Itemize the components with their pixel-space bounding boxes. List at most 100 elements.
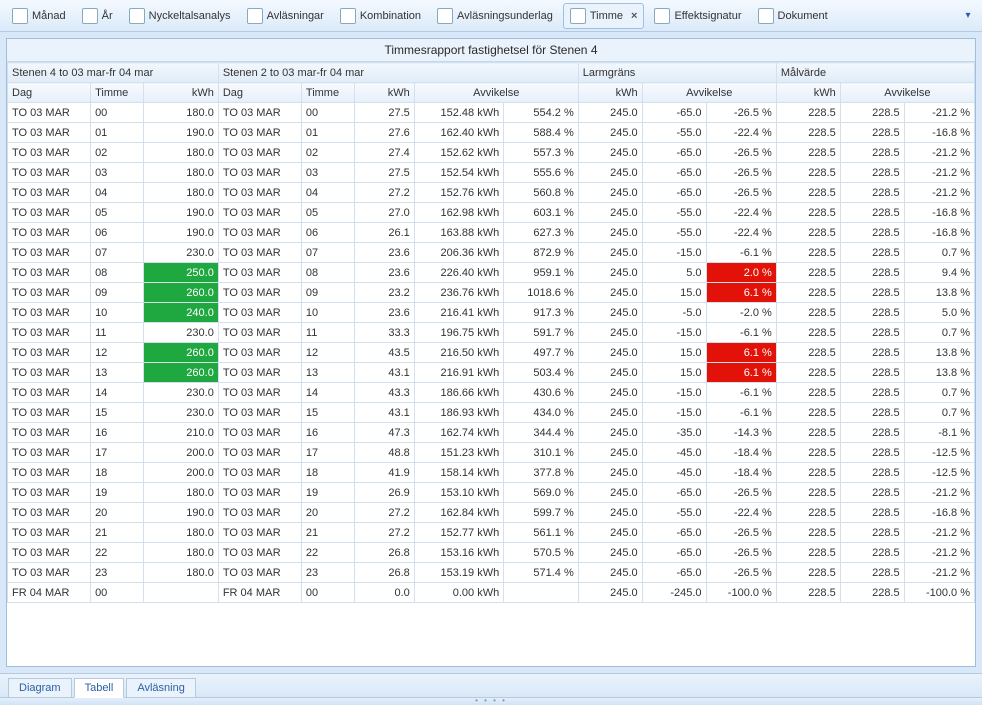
- table-row[interactable]: TO 03 MAR21180.0TO 03 MAR2127.2152.77 kW…: [8, 523, 975, 543]
- cell: 245.0: [578, 223, 642, 243]
- group-header-stenen2[interactable]: Stenen 2 to 03 mar-fr 04 mar: [218, 63, 578, 83]
- table-row[interactable]: TO 03 MAR23180.0TO 03 MAR2326.8153.19 kW…: [8, 563, 975, 583]
- col-dag[interactable]: Dag: [8, 83, 91, 103]
- table-row[interactable]: TO 03 MAR10240.0TO 03 MAR1023.6216.41 kW…: [8, 303, 975, 323]
- col-kwh3[interactable]: kWh: [578, 83, 642, 103]
- table-row[interactable]: TO 03 MAR09260.0TO 03 MAR0923.2236.76 kW…: [8, 283, 975, 303]
- table-row[interactable]: TO 03 MAR17200.0TO 03 MAR1748.8151.23 kW…: [8, 443, 975, 463]
- cell: 0.0: [355, 583, 415, 603]
- col-kwh2[interactable]: kWh: [355, 83, 415, 103]
- table-row[interactable]: TO 03 MAR06190.0TO 03 MAR0626.1163.88 kW…: [8, 223, 975, 243]
- toolbar-timme-button[interactable]: Timme×: [563, 3, 645, 29]
- cell: -21.2 %: [904, 143, 974, 163]
- cell: TO 03 MAR: [8, 483, 91, 503]
- table-row[interactable]: TO 03 MAR20190.0TO 03 MAR2027.2162.84 kW…: [8, 503, 975, 523]
- col-timme2[interactable]: Timme: [301, 83, 354, 103]
- toolbar-dok-button[interactable]: Dokument: [752, 3, 834, 29]
- toolbar-nyckel-button[interactable]: Nyckeltalsanalys: [123, 3, 237, 29]
- tab-avlasning[interactable]: Avläsning: [126, 678, 196, 697]
- cell: TO 03 MAR: [8, 323, 91, 343]
- cell: 186.93 kWh: [414, 403, 503, 423]
- cell: TO 03 MAR: [8, 463, 91, 483]
- group-header-malvarde[interactable]: Målvärde: [776, 63, 974, 83]
- cell: 27.2: [355, 523, 415, 543]
- table-row[interactable]: TO 03 MAR02180.0TO 03 MAR0227.4152.62 kW…: [8, 143, 975, 163]
- tab-tabell[interactable]: Tabell: [74, 678, 125, 698]
- cell: 190.0: [144, 123, 219, 143]
- col-avvik3[interactable]: Avvikelse: [642, 83, 776, 103]
- col-timme[interactable]: Timme: [91, 83, 144, 103]
- toolbar-overflow-button[interactable]: [960, 3, 976, 29]
- cell: 245.0: [578, 183, 642, 203]
- table-row[interactable]: TO 03 MAR22180.0TO 03 MAR2226.8153.16 kW…: [8, 543, 975, 563]
- cell: TO 03 MAR: [218, 423, 301, 443]
- table-row[interactable]: TO 03 MAR12260.0TO 03 MAR1243.5216.50 kW…: [8, 343, 975, 363]
- cell: 228.5: [840, 123, 904, 143]
- toolbar-avlund-button[interactable]: Avläsningsunderlag: [431, 3, 559, 29]
- toolbar-ar-button[interactable]: År: [76, 3, 119, 29]
- cell: -245.0: [642, 583, 706, 603]
- col-avvik4[interactable]: Avvikelse: [840, 83, 974, 103]
- table-row[interactable]: TO 03 MAR16210.0TO 03 MAR1647.3162.74 kW…: [8, 423, 975, 443]
- cell: 00: [301, 583, 354, 603]
- table-row[interactable]: TO 03 MAR19180.0TO 03 MAR1926.9153.10 kW…: [8, 483, 975, 503]
- table-row[interactable]: TO 03 MAR05190.0TO 03 MAR0527.0162.98 kW…: [8, 203, 975, 223]
- table-row[interactable]: TO 03 MAR13260.0TO 03 MAR1343.1216.91 kW…: [8, 363, 975, 383]
- cell: 245.0: [578, 203, 642, 223]
- table-row[interactable]: TO 03 MAR15230.0TO 03 MAR1543.1186.93 kW…: [8, 403, 975, 423]
- table-row[interactable]: TO 03 MAR01190.0TO 03 MAR0127.6162.40 kW…: [8, 123, 975, 143]
- table-row[interactable]: TO 03 MAR07230.0TO 03 MAR0723.6206.36 kW…: [8, 243, 975, 263]
- toolbar-komb-button[interactable]: Kombination: [334, 3, 427, 29]
- toolbar-avlas-button[interactable]: Avläsningar: [241, 3, 330, 29]
- table-row[interactable]: TO 03 MAR11230.0TO 03 MAR1133.3196.75 kW…: [8, 323, 975, 343]
- col-kwh[interactable]: kWh: [144, 83, 219, 103]
- table-row[interactable]: TO 03 MAR03180.0TO 03 MAR0327.5152.54 kW…: [8, 163, 975, 183]
- cell: TO 03 MAR: [218, 263, 301, 283]
- table-row[interactable]: TO 03 MAR14230.0TO 03 MAR1443.3186.66 kW…: [8, 383, 975, 403]
- cell: 13.8 %: [904, 283, 974, 303]
- group-header-larmgrans[interactable]: Larmgräns: [578, 63, 776, 83]
- cell: -14.3 %: [706, 423, 776, 443]
- table-row[interactable]: TO 03 MAR00180.0TO 03 MAR0027.5152.48 kW…: [8, 103, 975, 123]
- toolbar-effekt-button[interactable]: Effektsignatur: [648, 3, 747, 29]
- table-row[interactable]: FR 04 MAR00FR 04 MAR000.00.00 kWh245.0-2…: [8, 583, 975, 603]
- cell: -21.2 %: [904, 103, 974, 123]
- cell: TO 03 MAR: [8, 543, 91, 563]
- col-kwh4[interactable]: kWh: [776, 83, 840, 103]
- cell: 180.0: [144, 163, 219, 183]
- cell: 216.50 kWh: [414, 343, 503, 363]
- table-row[interactable]: TO 03 MAR08250.0TO 03 MAR0823.6226.40 kW…: [8, 263, 975, 283]
- cell: 14: [91, 383, 144, 403]
- cell: 153.10 kWh: [414, 483, 503, 503]
- cell: 230.0: [144, 323, 219, 343]
- table-row[interactable]: TO 03 MAR04180.0TO 03 MAR0427.2152.76 kW…: [8, 183, 975, 203]
- tab-diagram[interactable]: Diagram: [8, 678, 72, 697]
- cell: 11: [91, 323, 144, 343]
- table-row[interactable]: TO 03 MAR18200.0TO 03 MAR1841.9158.14 kW…: [8, 463, 975, 483]
- cell: 13: [91, 363, 144, 383]
- cell: 228.5: [776, 463, 840, 483]
- cell: 17: [91, 443, 144, 463]
- cell: 603.1 %: [504, 203, 579, 223]
- cell: 0.00 kWh: [414, 583, 503, 603]
- cell: 180.0: [144, 143, 219, 163]
- cell: 245.0: [578, 563, 642, 583]
- col-avvik2[interactable]: Avvikelse: [414, 83, 578, 103]
- data-grid[interactable]: Stenen 4 to 03 mar-fr 04 mar Stenen 2 to…: [7, 62, 975, 666]
- cell: 07: [301, 243, 354, 263]
- cell: 22: [301, 543, 354, 563]
- cell: 16: [301, 423, 354, 443]
- group-header-stenen4[interactable]: Stenen 4 to 03 mar-fr 04 mar: [8, 63, 219, 83]
- col-dag2[interactable]: Dag: [218, 83, 301, 103]
- cell: 228.5: [840, 163, 904, 183]
- cell: 22: [91, 543, 144, 563]
- cell: 01: [301, 123, 354, 143]
- cell: 16: [91, 423, 144, 443]
- close-icon[interactable]: ×: [631, 10, 637, 22]
- cell: 245.0: [578, 583, 642, 603]
- toolbar-manad-button[interactable]: Månad: [6, 3, 72, 29]
- cell: 162.98 kWh: [414, 203, 503, 223]
- cell: 152.76 kWh: [414, 183, 503, 203]
- cell: -22.4 %: [706, 223, 776, 243]
- toolbar-label: Avläsningsunderlag: [457, 10, 553, 22]
